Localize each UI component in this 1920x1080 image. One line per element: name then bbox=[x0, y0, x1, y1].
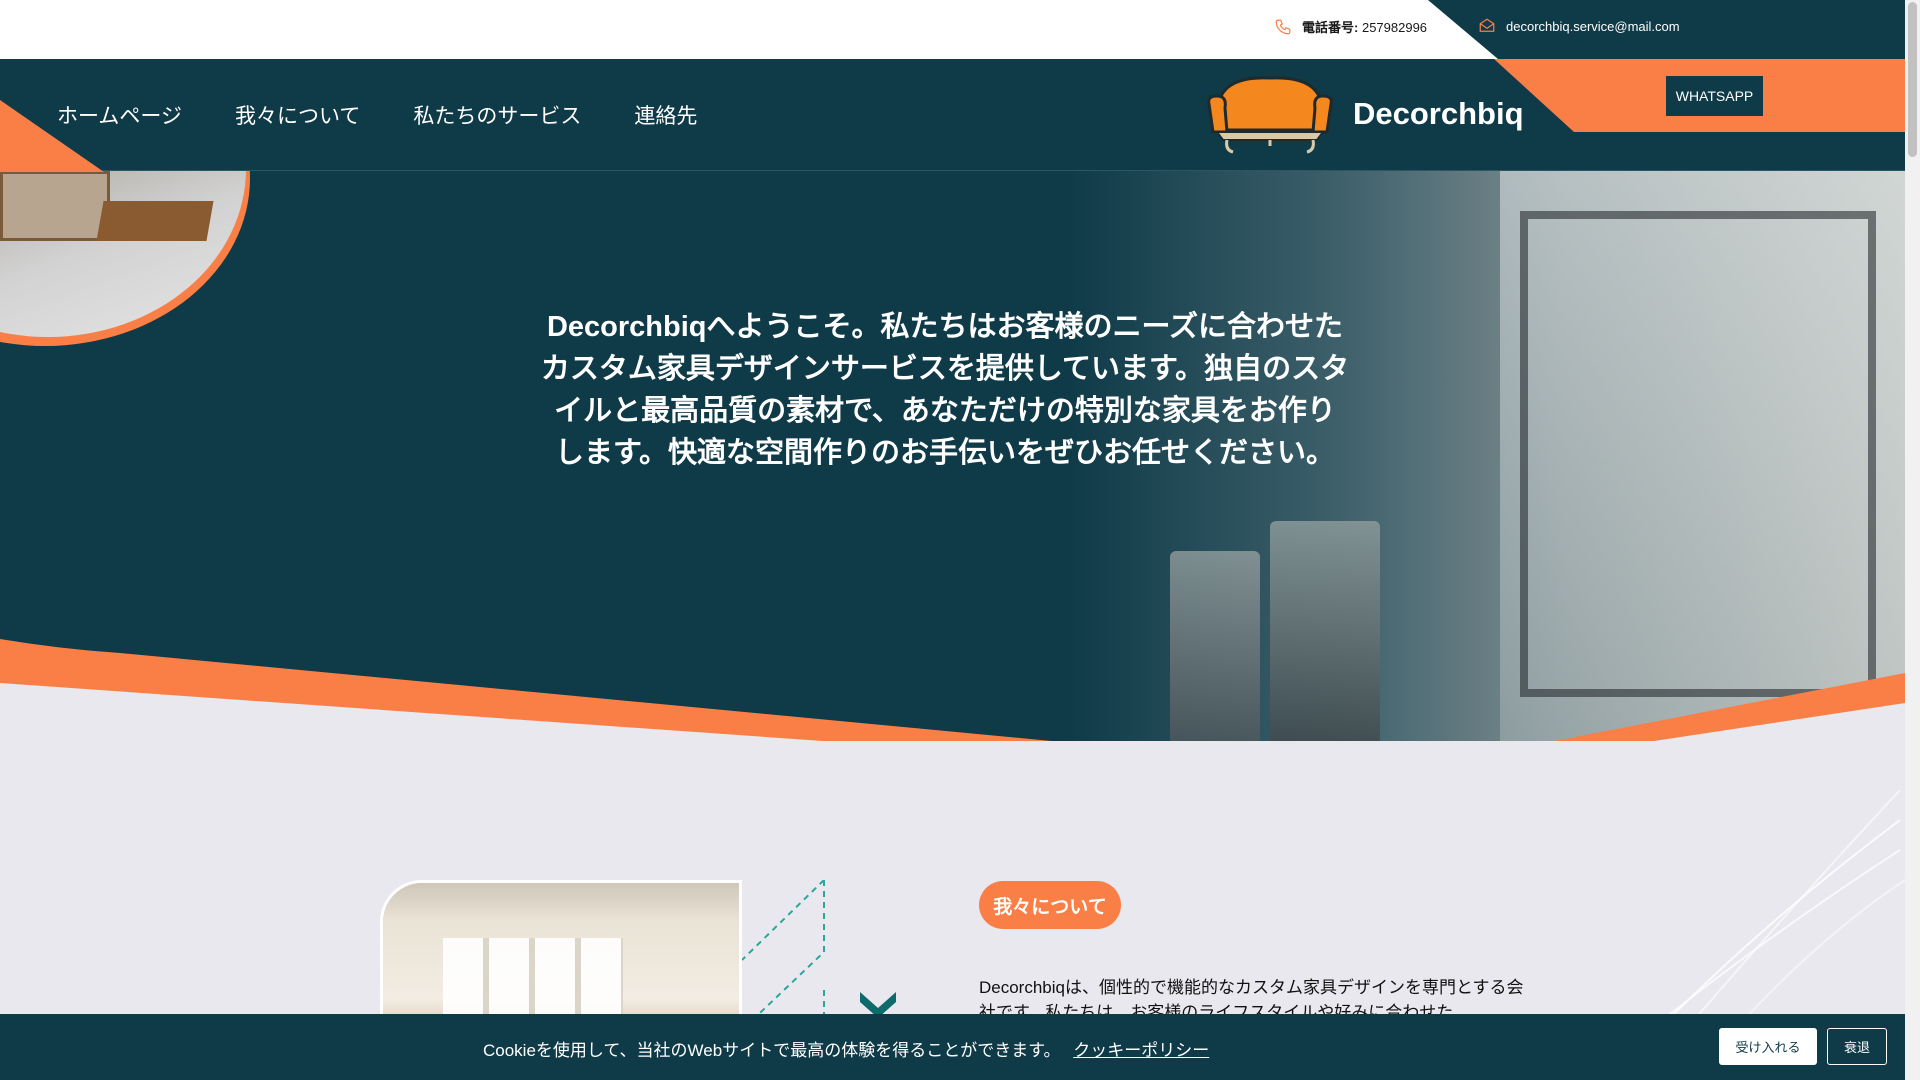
cookie-policy-link[interactable]: クッキーポリシー bbox=[1073, 1041, 1209, 1060]
cookie-message: Cookieを使用して、当社のWebサイトで最高の体験を得ることができます。 ク… bbox=[483, 1036, 1209, 1061]
cookie-reject-button[interactable]: 衰退 bbox=[1827, 1028, 1887, 1065]
cookie-accept-button[interactable]: 受け入れる bbox=[1719, 1028, 1817, 1065]
sofa-shape bbox=[0, 171, 110, 241]
brand-name: Decorchbiq bbox=[1353, 96, 1524, 131]
sofa-icon bbox=[1207, 76, 1333, 154]
cookie-text: Cookieを使用して、当社のWebサイトで最高の体験を得ることができます。 bbox=[483, 1041, 1061, 1060]
main-nav: ホームページ 我々について 私たちのサービス 連絡先 bbox=[57, 100, 697, 130]
brand[interactable]: Decorchbiq bbox=[1205, 74, 1524, 154]
page-scrollbar[interactable] bbox=[1905, 0, 1920, 1080]
email-contact[interactable]: decorchbiq.service@mail.com bbox=[1478, 17, 1680, 35]
hero-furniture-image bbox=[0, 171, 246, 337]
email-address: decorchbiq.service@mail.com bbox=[1506, 18, 1680, 34]
cookie-banner: Cookieを使用して、当社のWebサイトで最高の体験を得ることができます。 ク… bbox=[0, 1014, 1905, 1080]
nav-item-about[interactable]: 我々について bbox=[235, 100, 360, 130]
envelope-icon bbox=[1479, 18, 1495, 32]
phone-label: 電話番号: bbox=[1302, 20, 1359, 35]
hero-heading: Decorchbiqへようこそ。私たちはお客様のニーズに合わせたカスタム家具デザ… bbox=[540, 311, 1350, 469]
hero-wave-divider bbox=[0, 639, 1905, 741]
nav-item-services[interactable]: 私たちのサービス bbox=[413, 100, 581, 130]
table-shape bbox=[96, 201, 214, 241]
nav-item-home[interactable]: ホームページ bbox=[57, 100, 182, 130]
phone-icon bbox=[1275, 19, 1291, 34]
scrollbar-thumb[interactable] bbox=[1908, 2, 1917, 157]
hero-section: Decorchbiqへようこそ。私たちはお客様のニーズに合わせたカスタム家具デザ… bbox=[0, 171, 1905, 741]
phone-contact[interactable]: 電話番号: 257982996 bbox=[1274, 17, 1427, 36]
nav-item-contact[interactable]: 連絡先 bbox=[634, 100, 697, 130]
phone-number: 257982996 bbox=[1361, 20, 1428, 35]
about-badge: 我々について bbox=[979, 881, 1121, 929]
whatsapp-button[interactable]: WHATSAPP bbox=[1666, 76, 1763, 116]
